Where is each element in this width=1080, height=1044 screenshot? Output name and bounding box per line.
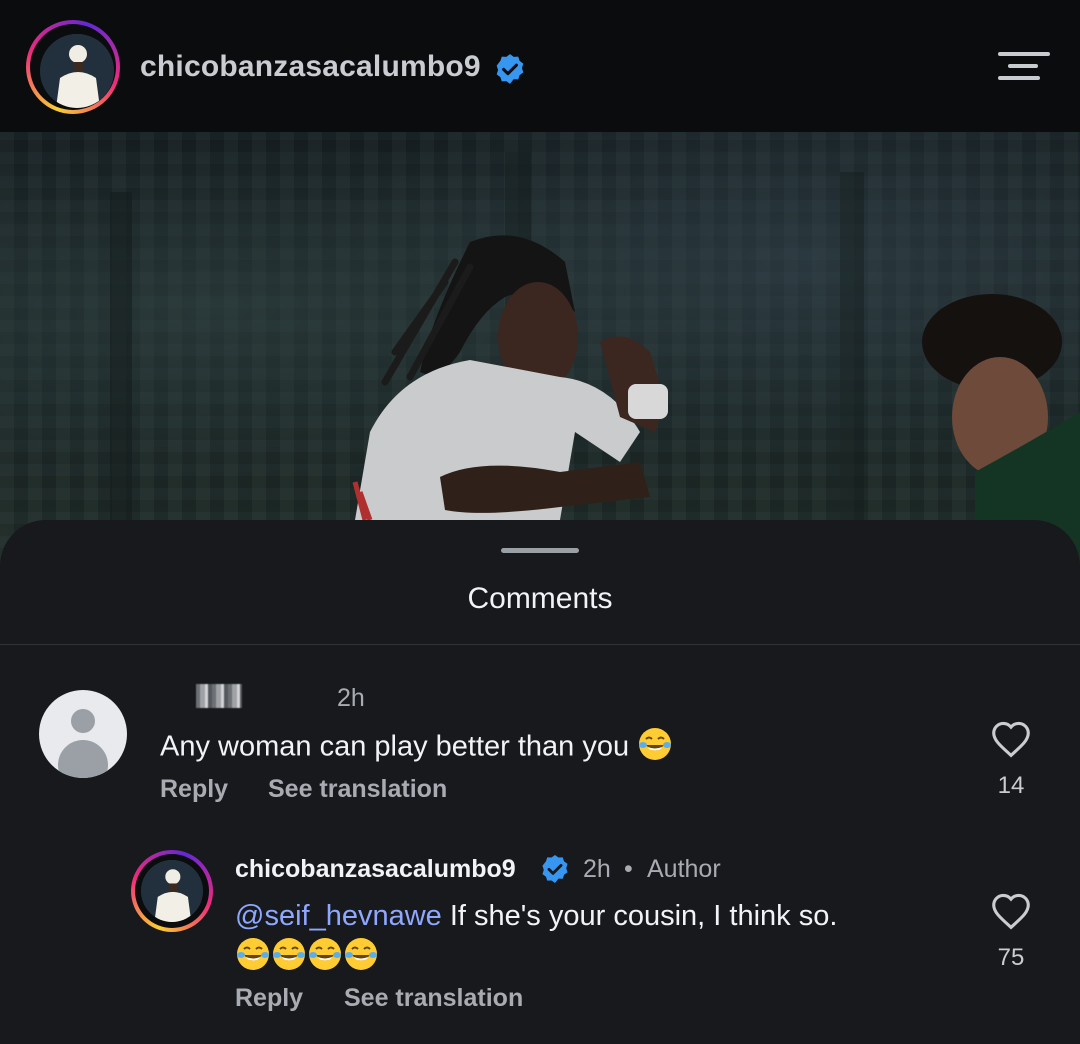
mention-link[interactable]: @seif_hevnawe bbox=[235, 900, 442, 932]
profile-header: chicobanzasacalumbo9 bbox=[0, 0, 1080, 132]
heart-icon[interactable] bbox=[990, 720, 1032, 763]
emoji-row bbox=[235, 936, 379, 977]
tears-of-joy-emoji-icon bbox=[235, 936, 271, 977]
sheet-title: Comments bbox=[467, 582, 613, 615]
comment-time: 2h bbox=[583, 855, 611, 883]
story-ring[interactable] bbox=[26, 20, 120, 114]
comment-text: @seif_hevnawe If she's your cousin, I th… bbox=[235, 900, 837, 933]
like-count: 75 bbox=[997, 944, 1025, 971]
like-count: 14 bbox=[997, 772, 1025, 799]
comment-body: Any woman can play better than you bbox=[160, 730, 630, 763]
verified-badge-icon bbox=[493, 52, 527, 91]
tears-of-joy-emoji-icon bbox=[343, 936, 379, 977]
reply-button[interactable]: Reply bbox=[160, 775, 228, 804]
verified-badge-icon bbox=[539, 853, 571, 890]
comments-sheet: Comments 2h Any woman can play better th… bbox=[0, 520, 1080, 1044]
comment-author[interactable]: chicobanzasacalumbo9 bbox=[235, 855, 516, 884]
post-photo[interactable] bbox=[0, 132, 1080, 572]
avatar bbox=[40, 34, 114, 108]
tears-of-joy-emoji-icon bbox=[637, 726, 673, 770]
menu-icon[interactable] bbox=[998, 52, 1050, 84]
comment-body: If she's your cousin, I think so. bbox=[441, 900, 838, 932]
post-photo-illustration bbox=[0, 132, 1080, 572]
tears-of-joy-emoji-icon bbox=[271, 936, 307, 977]
default-avatar-icon[interactable] bbox=[39, 690, 127, 778]
comment-time: 2h bbox=[337, 684, 365, 712]
reply-button[interactable]: Reply bbox=[235, 984, 303, 1013]
drag-handle[interactable] bbox=[501, 548, 579, 553]
tears-of-joy-emoji-icon bbox=[307, 936, 343, 977]
author-badge: Author bbox=[647, 855, 721, 883]
profile-username[interactable]: chicobanzasacalumbo9 bbox=[140, 50, 481, 84]
see-translation-button[interactable]: See translation bbox=[344, 984, 523, 1013]
story-ring[interactable] bbox=[131, 850, 213, 932]
divider bbox=[0, 644, 1080, 645]
redacted-username bbox=[196, 684, 242, 708]
avatar bbox=[141, 860, 203, 922]
comment-text: Any woman can play better than you bbox=[160, 726, 673, 770]
heart-icon[interactable] bbox=[990, 892, 1032, 935]
see-translation-button[interactable]: See translation bbox=[268, 775, 447, 804]
separator-dot: • bbox=[624, 855, 633, 883]
